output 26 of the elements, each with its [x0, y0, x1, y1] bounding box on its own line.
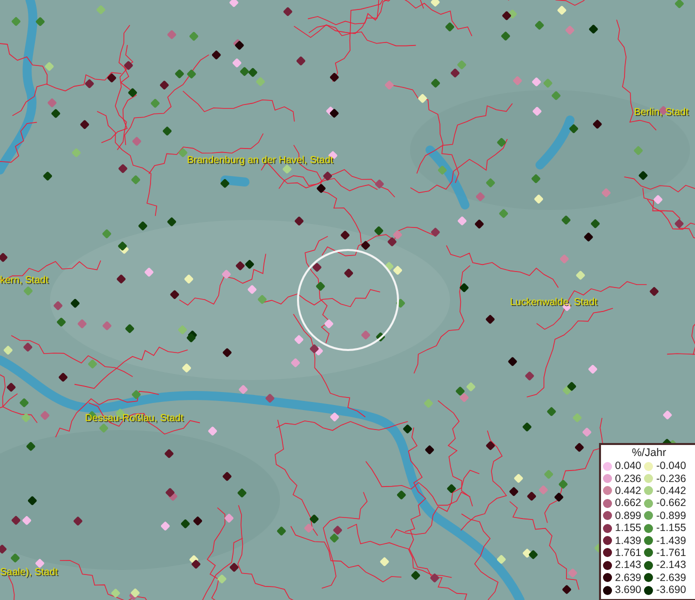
legend-value: 2.639: [615, 572, 642, 584]
legend-title: %/Jahr: [630, 447, 668, 460]
place-label: Saale), Stadt: [0, 567, 58, 578]
legend-value: -2.143: [656, 559, 686, 572]
legend-value: 1.155: [615, 522, 642, 534]
legend-value: -1.439: [656, 534, 686, 547]
place-label: kern, Stadt: [0, 275, 48, 286]
legend-value: -0.442: [656, 484, 686, 497]
legend-value: 0.040: [615, 460, 642, 472]
place-label: Berlin, Stadt: [634, 107, 688, 118]
legend-value: -1.155: [656, 522, 686, 534]
legend-value: -0.040: [656, 460, 686, 472]
legend-value: 1.761: [615, 546, 642, 559]
legend-value: 0.899: [615, 510, 642, 522]
legend-value: -1.761: [656, 546, 686, 559]
legend-value: 0.662: [615, 497, 642, 510]
legend-value: 1.439: [615, 534, 642, 547]
legend-value: 0.236: [615, 472, 642, 485]
legend-value: -3.690: [656, 584, 686, 596]
legend-value: -2.639: [656, 572, 686, 584]
legend-value: -0.662: [656, 497, 686, 510]
legend-value: 2.143: [615, 559, 642, 572]
legend-value: 0.442: [615, 484, 642, 497]
legend-value: -0.899: [656, 510, 686, 522]
legend-value: -0.236: [656, 472, 686, 485]
legend-value: 3.690: [615, 584, 642, 596]
